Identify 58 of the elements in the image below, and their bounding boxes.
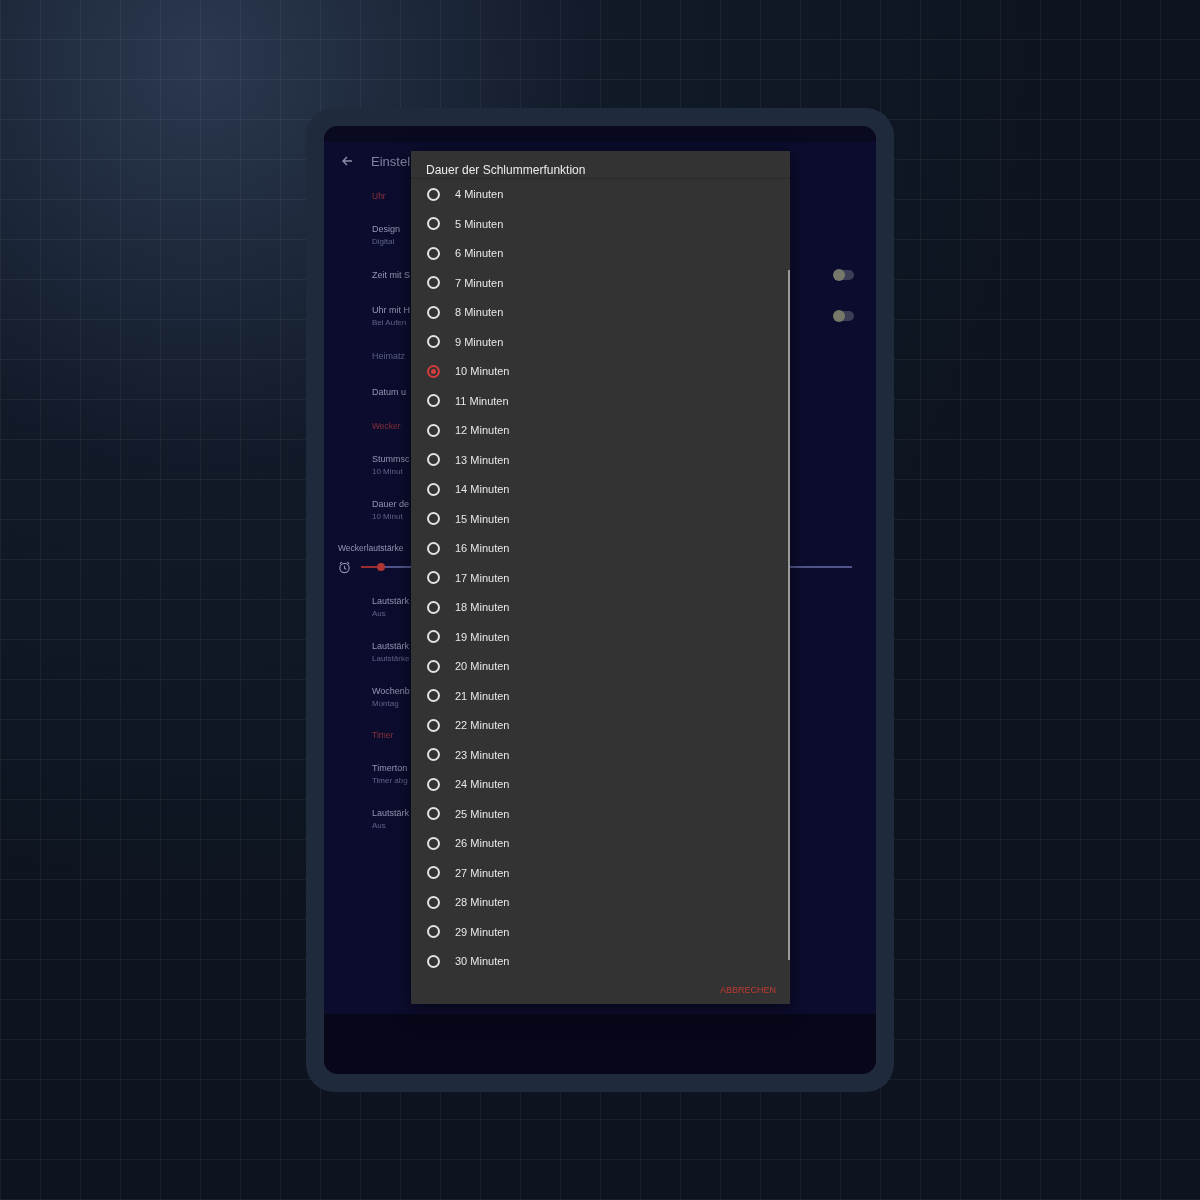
scrollbar[interactable]	[788, 269, 790, 960]
radio-option[interactable]: 24 Minuten	[411, 769, 790, 800]
setting-title[interactable]: Uhr mit H	[372, 304, 410, 315]
section-header: Uhr	[372, 191, 386, 201]
back-arrow-icon[interactable]	[341, 155, 353, 167]
radio-option[interactable]: 21 Minuten	[411, 681, 790, 711]
radio-option[interactable]: 25 Minuten	[411, 799, 790, 829]
radio-option[interactable]: 19 Minuten	[411, 622, 790, 652]
radio-option[interactable]: 13 Minuten	[411, 445, 790, 475]
radio-option[interactable]: 29 Minuten	[411, 917, 790, 947]
radio-option[interactable]: 6 Minuten	[411, 238, 790, 269]
radio-option[interactable]: 5 Minuten	[411, 209, 790, 239]
radio-option[interactable]: 9 Minuten	[411, 327, 790, 357]
radio-option[interactable]: 12 Minuten	[411, 415, 790, 446]
toggle-switch[interactable]	[834, 270, 854, 280]
radio-option[interactable]: 27 Minuten	[411, 858, 790, 888]
radio-option[interactable]: 18 Minuten	[411, 592, 790, 623]
radio-option[interactable]: 26 Minuten	[411, 828, 790, 859]
setting-value: 10 Minut	[372, 511, 403, 521]
radio-option[interactable]: 8 Minuten	[411, 297, 790, 328]
section-header: Timer	[372, 730, 394, 740]
setting-value: Digital	[372, 236, 395, 246]
radio-option[interactable]: 15 Minuten	[411, 504, 790, 534]
setting-title[interactable]: Timerton	[372, 762, 408, 773]
toggle-switch[interactable]	[834, 310, 854, 321]
screen-title: Einstel	[371, 153, 411, 169]
radio-option[interactable]: 22 Minuten	[411, 710, 790, 741]
setting-value: Bei Aufen	[372, 317, 407, 327]
setting-title[interactable]: Wochenb	[372, 685, 410, 696]
setting-title[interactable]: Lautstärk	[372, 640, 410, 651]
radio-option[interactable]: 28 Minuten	[411, 887, 790, 918]
alarm-clock-icon	[338, 560, 351, 574]
setting-title[interactable]: Lautstärk	[372, 807, 410, 818]
setting-title[interactable]: Design	[372, 223, 400, 234]
setting-title[interactable]: Lautstärk	[372, 595, 410, 606]
radio-option[interactable]: 10 Minuten	[411, 356, 790, 387]
radio-option[interactable]: 20 Minuten	[411, 651, 790, 682]
setting-value: Montag	[372, 698, 399, 708]
setting-title[interactable]: Stummsc	[372, 453, 410, 464]
radio-option[interactable]: 4 Minuten	[411, 179, 790, 210]
radio-option[interactable]: 11 Minuten	[411, 386, 790, 416]
setting-title[interactable]: Dauer de	[372, 498, 410, 509]
radio-option[interactable]: 7 Minuten	[411, 268, 790, 298]
setting-value: Aus	[372, 608, 386, 618]
radio-option[interactable]: 16 Minuten	[411, 533, 790, 564]
dialog-title: Dauer der Schlummerfunktion	[411, 151, 790, 179]
radio-option[interactable]: 23 Minuten	[411, 740, 790, 770]
setting-value: Lautstärke	[372, 653, 410, 663]
setting-value: Timer abg	[372, 775, 408, 785]
radio-option[interactable]: 14 Minuten	[411, 474, 790, 505]
setting-title[interactable]: Datum u	[372, 387, 406, 397]
slider-label: Weckerlautstärke	[338, 542, 404, 553]
radio-option[interactable]: 17 Minuten	[411, 563, 790, 593]
radio-option[interactable]: 30 Minuten	[411, 946, 790, 977]
setting-title[interactable]: Zeit mit S	[372, 270, 410, 280]
setting-value: Aus	[372, 820, 386, 830]
setting-value: 10 Minut	[372, 466, 403, 476]
section-header: Wecker	[372, 421, 401, 431]
